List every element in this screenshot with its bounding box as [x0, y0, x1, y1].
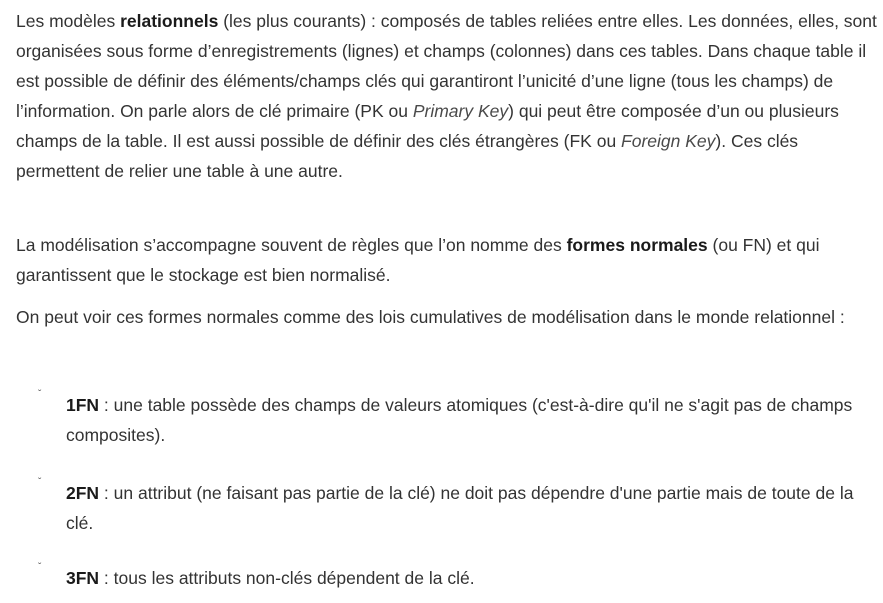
list-item-text: 1FN : une table possède des champs de va… [66, 390, 878, 450]
term-1fn: 1FN [66, 395, 100, 415]
term-foreign-key: Foreign Key [621, 131, 716, 151]
list-item-description: : une table possède des champs de valeur… [66, 395, 853, 445]
bullet-icon: ˇ [38, 389, 42, 400]
list-item-text: 2FN : un attribut (ne faisant pas partie… [66, 478, 878, 538]
paragraph2-prefix: La modélisation s’accompagne souvent de … [16, 235, 567, 255]
paragraph1-prefix: Les modèles [16, 11, 121, 31]
paragraph3-text: On peut voir ces formes normales comme d… [16, 307, 845, 327]
term-3fn: 3FN [66, 568, 100, 588]
paragraph-cumulative-laws: On peut voir ces formes normales comme d… [16, 302, 878, 332]
term-relationnels: relationnels [120, 11, 219, 31]
bullet-icon: ˇ [38, 562, 42, 573]
list-item-description: : tous les attributs non-clés dépendent … [99, 568, 475, 588]
term-2fn: 2FN [66, 483, 100, 503]
term-formes-normales: formes normales [566, 235, 708, 255]
list-item-description: : un attribut (ne faisant pas partie de … [66, 483, 854, 533]
list-item-text: 3FN : tous les attributs non-clés dépend… [66, 563, 878, 593]
bullet-icon: ˇ [38, 477, 42, 488]
paragraph-normal-forms: La modélisation s’accompagne souvent de … [16, 230, 878, 290]
document-body: Les modèles relationnels (les plus coura… [0, 0, 883, 603]
paragraph-relational-models: Les modèles relationnels (les plus coura… [16, 6, 878, 186]
term-primary-key: Primary Key [412, 101, 509, 121]
